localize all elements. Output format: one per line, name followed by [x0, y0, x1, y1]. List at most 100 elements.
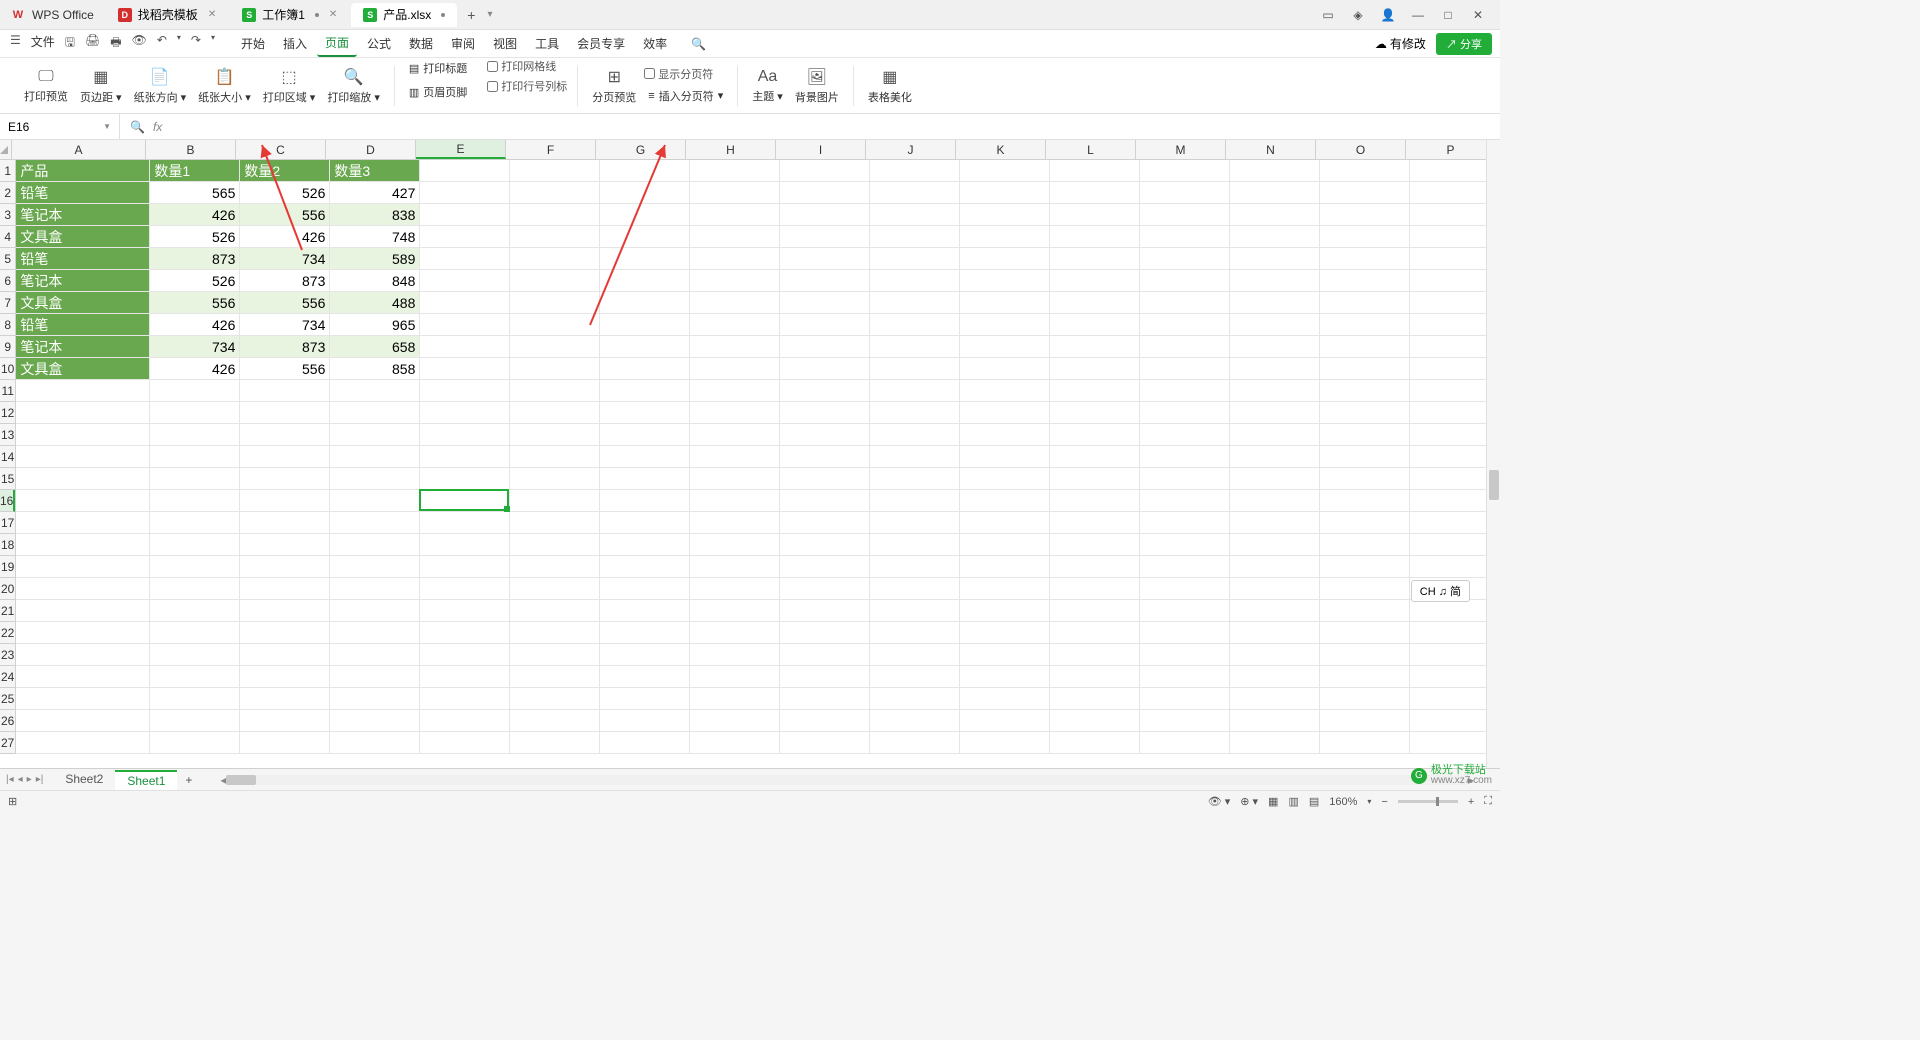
- cell[interactable]: 笔记本: [16, 336, 150, 358]
- cell[interactable]: [1140, 600, 1230, 622]
- cell[interactable]: 笔记本: [16, 204, 150, 226]
- cell[interactable]: 556: [240, 204, 330, 226]
- cell[interactable]: [330, 380, 420, 402]
- zoom-level[interactable]: 160%: [1329, 796, 1357, 808]
- cell[interactable]: [870, 182, 960, 204]
- cell[interactable]: 数量1: [150, 160, 240, 182]
- cell[interactable]: [1320, 358, 1410, 380]
- cell[interactable]: [690, 512, 780, 534]
- cell[interactable]: 426: [150, 358, 240, 380]
- cell[interactable]: [870, 402, 960, 424]
- cell[interactable]: [240, 424, 330, 446]
- theme-button[interactable]: Aa主题 ▾: [748, 66, 787, 106]
- col-header-N[interactable]: N: [1226, 140, 1316, 159]
- col-header-H[interactable]: H: [686, 140, 776, 159]
- row-header-20[interactable]: 20: [0, 578, 15, 600]
- cell[interactable]: [870, 732, 960, 754]
- cell[interactable]: 873: [240, 336, 330, 358]
- cell[interactable]: [330, 402, 420, 424]
- cell[interactable]: [1050, 336, 1140, 358]
- cell[interactable]: [1050, 688, 1140, 710]
- cell[interactable]: [240, 578, 330, 600]
- cell[interactable]: [1050, 380, 1140, 402]
- cell[interactable]: [16, 710, 150, 732]
- cell[interactable]: [870, 512, 960, 534]
- cell[interactable]: [780, 600, 870, 622]
- cell[interactable]: [330, 424, 420, 446]
- cell[interactable]: [1050, 402, 1140, 424]
- cell[interactable]: [870, 666, 960, 688]
- cell[interactable]: [150, 402, 240, 424]
- row-header-13[interactable]: 13: [0, 424, 15, 446]
- cell[interactable]: [510, 226, 600, 248]
- cell[interactable]: [150, 578, 240, 600]
- cell[interactable]: [150, 424, 240, 446]
- cell[interactable]: [1410, 204, 1486, 226]
- cell[interactable]: [600, 160, 690, 182]
- cell[interactable]: [510, 490, 600, 512]
- cell[interactable]: [1410, 446, 1486, 468]
- menu-效率[interactable]: 效率: [635, 31, 675, 56]
- cell[interactable]: [690, 622, 780, 644]
- cell[interactable]: [420, 512, 510, 534]
- col-header-F[interactable]: F: [506, 140, 596, 159]
- row-header-2[interactable]: 2: [0, 182, 15, 204]
- cell[interactable]: [1230, 248, 1320, 270]
- cell[interactable]: [240, 512, 330, 534]
- undo-dropdown-icon[interactable]: ▾: [175, 31, 183, 56]
- eye-icon[interactable]: 👁 ▾: [1208, 795, 1231, 808]
- view-page-icon[interactable]: ▥: [1288, 795, 1298, 808]
- cell[interactable]: [690, 534, 780, 556]
- cell[interactable]: [510, 732, 600, 754]
- cell[interactable]: [420, 666, 510, 688]
- cell[interactable]: [1320, 160, 1410, 182]
- cell[interactable]: [510, 600, 600, 622]
- cell[interactable]: [1320, 402, 1410, 424]
- cell[interactable]: [1320, 534, 1410, 556]
- cell[interactable]: [420, 248, 510, 270]
- cell[interactable]: [1050, 270, 1140, 292]
- cell[interactable]: [150, 446, 240, 468]
- cell[interactable]: [690, 336, 780, 358]
- document-tab-0[interactable]: D找稻壳模板✕: [106, 3, 228, 27]
- new-tab-button[interactable]: +: [459, 7, 483, 23]
- cell[interactable]: [1320, 710, 1410, 732]
- cell[interactable]: [960, 490, 1050, 512]
- paper-size-button[interactable]: 📋纸张大小 ▾: [194, 65, 255, 107]
- row-header-26[interactable]: 26: [0, 710, 15, 732]
- cell[interactable]: [1140, 622, 1230, 644]
- cell[interactable]: [1410, 600, 1486, 622]
- cell[interactable]: [420, 424, 510, 446]
- cell[interactable]: 文具盒: [16, 292, 150, 314]
- menu-工具[interactable]: 工具: [527, 31, 567, 56]
- cell[interactable]: [1230, 336, 1320, 358]
- cell[interactable]: [1230, 182, 1320, 204]
- cell[interactable]: [960, 380, 1050, 402]
- cell[interactable]: [1410, 644, 1486, 666]
- prev-sheet-icon[interactable]: ◂: [18, 774, 23, 785]
- close-tab-icon[interactable]: ✕: [208, 9, 216, 20]
- cell[interactable]: [510, 182, 600, 204]
- cell[interactable]: [960, 468, 1050, 490]
- cell[interactable]: 734: [240, 314, 330, 336]
- cell[interactable]: [16, 534, 150, 556]
- menu-会员专享[interactable]: 会员专享: [569, 31, 633, 56]
- cell[interactable]: [150, 732, 240, 754]
- cell[interactable]: [960, 556, 1050, 578]
- cell[interactable]: [870, 248, 960, 270]
- cell[interactable]: [870, 204, 960, 226]
- formula-input[interactable]: [170, 120, 1490, 134]
- cell[interactable]: [1230, 446, 1320, 468]
- cell[interactable]: [870, 226, 960, 248]
- row-header-1[interactable]: 1: [0, 160, 15, 182]
- col-header-C[interactable]: C: [236, 140, 326, 159]
- cell[interactable]: [510, 578, 600, 600]
- cell[interactable]: [510, 644, 600, 666]
- cell[interactable]: [960, 292, 1050, 314]
- target-icon[interactable]: ⊕ ▾: [1240, 795, 1258, 808]
- cell[interactable]: [1140, 248, 1230, 270]
- cell[interactable]: 426: [150, 204, 240, 226]
- row-header-9[interactable]: 9: [0, 336, 15, 358]
- cell[interactable]: [600, 732, 690, 754]
- col-header-A[interactable]: A: [12, 140, 146, 159]
